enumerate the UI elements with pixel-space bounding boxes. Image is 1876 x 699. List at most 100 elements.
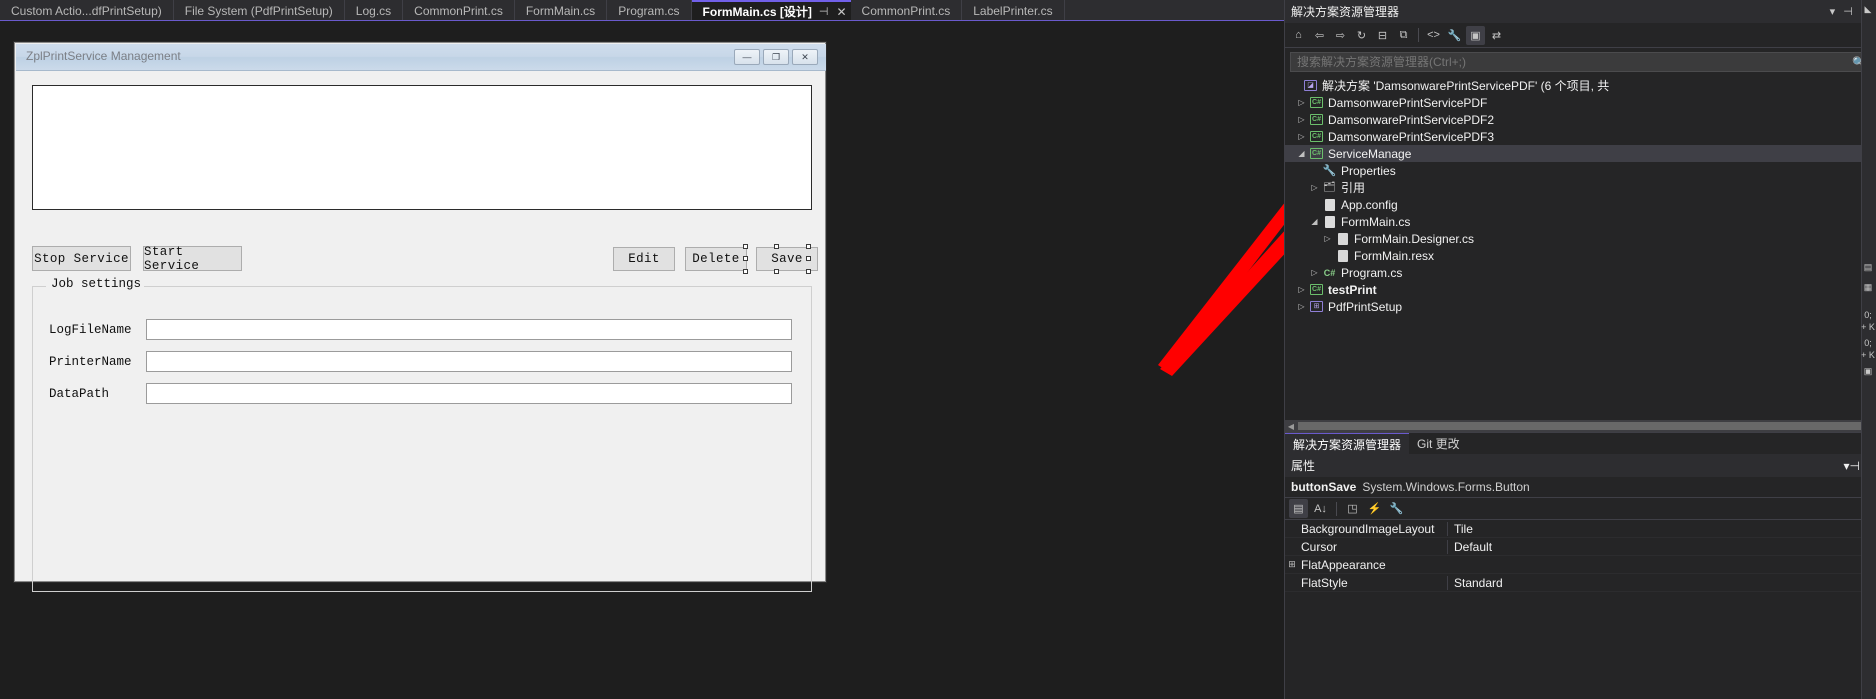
close-icon[interactable]: ✕ [836,5,846,19]
property-pages-icon[interactable]: 🔧 [1387,499,1406,518]
pin-icon[interactable]: ⊣ [1843,5,1853,18]
solution-tree-hscrollbar[interactable]: ◀ ▶ [1285,420,1876,432]
properties-icon[interactable]: 🔧 [1445,26,1464,45]
show-all-files-icon[interactable]: ⧉ [1394,26,1413,45]
search-input[interactable] [1295,54,1853,70]
logfilename-input[interactable] [146,319,792,340]
start-service-button[interactable]: Start Service [143,245,242,273]
chevron-down-icon[interactable]: ◢ [1308,217,1321,226]
tree-row-formmain-designer-cs[interactable]: ▷ FormMain.Designer.cs [1285,230,1876,247]
property-value[interactable]: Default [1447,539,1876,554]
chevron-right-icon[interactable]: ▷ [1308,268,1321,277]
collapse-all-icon[interactable]: ⊟ [1373,26,1392,45]
chevron-right-icon[interactable]: ▷ [1295,302,1308,311]
property-row[interactable]: Cursor Default [1285,538,1876,556]
selection-handle[interactable] [806,244,811,249]
tab-solution-explorer[interactable]: 解决方案资源管理器 [1285,433,1410,454]
design-form-window[interactable]: ZplPrintService Management — ❐ ✕ Stop Se… [14,42,826,592]
tree-row-project-pdf2[interactable]: ▷ C# DamsonwarePrintServicePDF2 [1285,111,1876,128]
solution-search-box[interactable]: 🔍 [1290,52,1871,72]
tab-git-changes[interactable]: Git 更改 [1409,433,1468,454]
tree-row-project-pdf3[interactable]: ▷ C# DamsonwarePrintServicePDF3 [1285,128,1876,145]
pin-icon[interactable]: ⊣ [819,5,829,18]
team-explorer-strip-icon[interactable]: + K [1861,322,1875,332]
chevron-right-icon[interactable]: ▷ [1295,285,1308,294]
output-strip-icon[interactable]: ▣ [1861,366,1875,377]
expander-icon[interactable]: ⊞ [1285,559,1299,570]
tab-commonprint-cs-2[interactable]: CommonPrint.cs [850,0,963,21]
tree-row-app-config[interactable]: App.config [1285,196,1876,213]
class-view-strip-icon[interactable]: + K [1861,350,1875,360]
selection-handle[interactable] [743,244,748,249]
tab-custom-action[interactable]: Custom Actio...dfPrintSetup) [0,0,174,21]
chevron-down-icon[interactable]: ◢ [1295,149,1308,158]
tab-commonprint-cs[interactable]: CommonPrint.cs [403,0,515,21]
pin-icon[interactable]: ⊣ [1849,459,1859,473]
tab-formmain-cs[interactable]: FormMain.cs [514,0,608,21]
tab-file-system[interactable]: File System (PdfPrintSetup) [173,0,345,21]
selection-handle[interactable] [774,269,779,274]
chevron-right-icon[interactable]: ▷ [1295,115,1308,124]
toolbox-strip-icon[interactable]: ▤ [1861,262,1875,273]
categorized-icon[interactable]: ▤ [1289,499,1308,518]
properties-object-selector[interactable]: buttonSave System.Windows.Forms.Button [1285,477,1876,498]
datapath-input[interactable] [146,383,792,404]
tree-row-formmain-cs[interactable]: ◢ FormMain.cs [1285,213,1876,230]
selection-handle[interactable] [806,269,811,274]
selection-handle[interactable] [806,256,811,261]
home-icon[interactable]: ⌂ [1289,26,1308,45]
selection-handle[interactable] [774,244,779,249]
property-row[interactable]: BackgroundImageLayout Tile [1285,520,1876,538]
properties-grid[interactable]: BackgroundImageLayout Tile Cursor Defaul… [1285,520,1876,592]
chevron-right-icon[interactable]: ▷ [1295,132,1308,141]
tree-row-program-cs[interactable]: ▷ C# Program.cs [1285,264,1876,281]
tab-labelprinter-cs[interactable]: LabelPrinter.cs [962,0,1065,21]
tree-row-project-pdf[interactable]: ▷ C# DamsonwarePrintServicePDF [1285,94,1876,111]
selection-handle[interactable] [743,269,748,274]
tab-formmain-designer[interactable]: FormMain.cs [设计] ⊣ ✕ [691,0,851,21]
delete-button[interactable]: Delete [685,247,747,271]
winforms-designer-surface[interactable]: ZplPrintService Management — ❐ ✕ Stop Se… [0,21,1358,699]
back-icon[interactable]: ⇦ [1310,26,1329,45]
tree-row-servicemanage[interactable]: ◢ C# ServiceManage [1285,145,1876,162]
chevron-down-icon[interactable]: ▾ [1830,5,1836,18]
selection-handle[interactable] [743,256,748,261]
scrollbar-thumb[interactable] [1298,422,1863,430]
forward-icon[interactable]: ⇨ [1331,26,1350,45]
maximize-button[interactable]: ❐ [763,49,789,65]
sync-icon[interactable]: ⇄ [1487,26,1506,45]
data-sources-strip-icon[interactable]: ▦ [1861,282,1875,293]
tree-row-formmain-resx[interactable]: FormMain.resx [1285,247,1876,264]
code-view-icon[interactable]: <> [1424,26,1443,45]
close-button[interactable]: ✕ [792,49,818,65]
property-row[interactable]: FlatStyle Standard [1285,574,1876,592]
properties-icon[interactable]: ◳ [1343,499,1362,518]
server-explorer-strip-icon[interactable]: 0; [1861,310,1875,320]
scroll-left-icon[interactable]: ◀ [1285,422,1297,431]
refresh-icon[interactable]: ↻ [1352,26,1371,45]
tree-row-pdfprintsetup[interactable]: ▷ ⊞ PdfPrintSetup [1285,298,1876,315]
property-row[interactable]: ⊞ FlatAppearance [1285,556,1876,574]
property-value[interactable]: Tile [1447,521,1876,536]
tree-row-solution[interactable]: ◪ 解决方案 'DamsonwarePrintServicePDF' (6 个项… [1285,77,1876,94]
collapse-strip-icon[interactable]: ◣ [1861,4,1875,15]
tab-program-cs[interactable]: Program.cs [607,0,692,21]
chevron-right-icon[interactable]: ▷ [1295,98,1308,107]
property-value[interactable]: Standard [1447,575,1876,590]
chevron-right-icon[interactable]: ▷ [1308,183,1321,192]
tree-row-references[interactable]: ▷ 🗂 引用 [1285,179,1876,196]
tab-log-cs[interactable]: Log.cs [344,0,404,21]
stop-service-button[interactable]: Stop Service [32,246,131,271]
notifications-strip-icon[interactable]: 0; [1861,338,1875,348]
edit-button[interactable]: Edit [613,247,675,271]
tree-row-properties[interactable]: 🔧 Properties [1285,162,1876,179]
preview-icon[interactable]: ▣ [1466,25,1485,45]
solution-tree[interactable]: ◪ 解决方案 'DamsonwarePrintServicePDF' (6 个项… [1285,75,1876,432]
log-textbox[interactable] [32,85,812,210]
minimize-button[interactable]: — [734,49,760,65]
events-icon[interactable]: ⚡ [1365,499,1384,518]
alphabetical-icon[interactable]: A↓ [1311,499,1330,518]
printername-input[interactable] [146,351,792,372]
tree-row-testprint[interactable]: ▷ C# testPrint [1285,281,1876,298]
chevron-right-icon[interactable]: ▷ [1321,234,1334,243]
